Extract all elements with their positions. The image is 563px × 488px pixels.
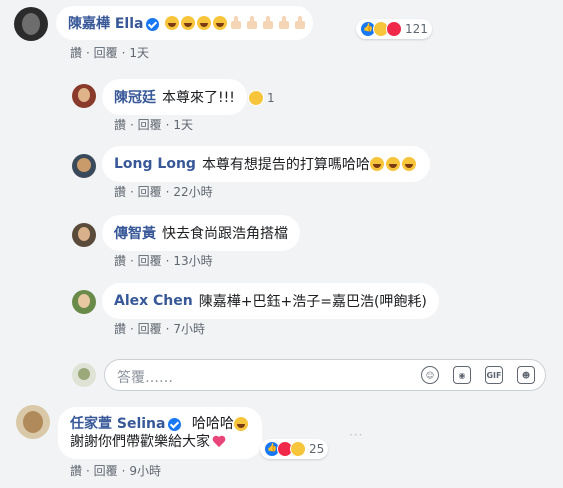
- sticker-icon[interactable]: ☻: [517, 366, 535, 384]
- haha-reaction-icon: [290, 441, 306, 457]
- timestamp[interactable]: 13小時: [173, 254, 212, 268]
- gif-icon[interactable]: GIF: [485, 366, 503, 384]
- emoji-row: [165, 15, 309, 31]
- like-button[interactable]: 讚: [70, 464, 82, 478]
- avatar[interactable]: [72, 84, 96, 108]
- comment-text: 謝謝你們帶歡樂給大家: [70, 434, 210, 450]
- emoji-icon[interactable]: ☺: [421, 366, 439, 384]
- thumbs-up-emoji-icon: [261, 16, 275, 30]
- reply-text: 本尊來了!!!: [162, 90, 235, 106]
- like-button[interactable]: 讚: [114, 118, 126, 132]
- avatar[interactable]: [72, 290, 96, 314]
- avatar: [72, 363, 96, 387]
- reply-author[interactable]: Alex Chen: [114, 293, 193, 309]
- rofl-emoji-icon: [213, 16, 228, 30]
- thumbs-up-emoji-icon: [293, 16, 307, 30]
- reply-button[interactable]: 回覆: [138, 254, 162, 268]
- like-button[interactable]: 讚: [114, 254, 126, 268]
- grin-emoji-icon: [385, 157, 400, 171]
- reply-actions: 讚 · 回覆 · 13小時: [114, 254, 213, 268]
- reply-text: 陳嘉樺+巴鈺+浩子=嘉巴浩(呷飽耗): [198, 294, 427, 310]
- reaction-count: 1: [267, 91, 275, 105]
- camera-icon[interactable]: ◉: [453, 366, 471, 384]
- like-button[interactable]: 讚: [114, 322, 126, 336]
- reply-author[interactable]: 傳智黃: [114, 223, 156, 243]
- more-options-icon[interactable]: ···: [349, 428, 363, 442]
- like-button[interactable]: 讚: [70, 46, 82, 60]
- grin-emoji-icon: [369, 157, 384, 171]
- reaction-count: 121: [405, 22, 428, 36]
- reply-placeholder: 答覆……: [117, 370, 173, 386]
- timestamp[interactable]: 7小時: [173, 322, 205, 336]
- thumbs-up-emoji-icon: [245, 16, 259, 30]
- comment-text: 哈哈哈: [191, 416, 234, 432]
- reply-actions: 讚 · 回覆 · 1天: [114, 118, 193, 132]
- comment-bubble: 任家萱 Selina 哈哈哈 謝謝你們帶歡樂給大家: [58, 407, 262, 459]
- comment-bubble: 陳嘉樺 Ella: [56, 6, 314, 40]
- reply-bubble: Alex Chen 陳嘉樺+巴鈺+浩子=嘉巴浩(呷飽耗): [102, 283, 439, 319]
- avatar[interactable]: [72, 154, 96, 178]
- reaction-summary[interactable]: 25: [260, 439, 329, 459]
- rofl-emoji-icon: [181, 16, 196, 30]
- timestamp[interactable]: 1天: [129, 46, 149, 60]
- reaction-summary[interactable]: 1: [244, 88, 279, 108]
- thumbs-up-emoji-icon: [277, 16, 291, 30]
- reply-author[interactable]: 陳冠廷: [114, 87, 156, 107]
- verified-icon: [146, 17, 160, 31]
- reply-author[interactable]: Long Long: [114, 156, 196, 172]
- reply-button[interactable]: 回覆: [138, 118, 162, 132]
- reply-button[interactable]: 回覆: [138, 185, 162, 199]
- timestamp[interactable]: 22小時: [173, 185, 212, 199]
- comment-actions: 讚 · 回覆 · 9小時: [70, 464, 161, 478]
- avatar[interactable]: [16, 405, 50, 439]
- reply-input[interactable]: 答覆…… ☺ ◉ GIF ☻: [104, 359, 546, 391]
- reply-button[interactable]: 回覆: [94, 464, 118, 478]
- reply-button[interactable]: 回覆: [94, 46, 118, 60]
- reply-bubble: 傳智黃 快去食尚跟浩角搭檔: [102, 215, 300, 251]
- reply-text: 本尊有想提告的打算嗎哈哈: [201, 157, 370, 173]
- reaction-count: 25: [309, 442, 325, 456]
- timestamp[interactable]: 9小時: [129, 464, 161, 478]
- reply-bubble: Long Long 本尊有想提告的打算嗎哈哈: [102, 146, 430, 182]
- grin-emoji-icon: [401, 157, 416, 171]
- grin-emoji-icon: [233, 417, 248, 431]
- thumbs-up-emoji-icon: [229, 16, 243, 30]
- haha-reaction-icon: [248, 90, 264, 106]
- comment-actions: 讚 · 回覆 · 1天: [70, 46, 149, 60]
- comment-author[interactable]: 陳嘉樺 Ella: [68, 13, 160, 33]
- like-button[interactable]: 讚: [114, 185, 126, 199]
- reply-actions: 讚 · 回覆 · 22小時: [114, 185, 213, 199]
- reply-tools: ☺ ◉ GIF ☻: [421, 366, 535, 384]
- rofl-emoji-icon: [197, 16, 212, 30]
- comment-author[interactable]: 任家萱 Selina: [70, 416, 182, 432]
- reply-bubble: 陳冠廷 本尊來了!!!: [102, 79, 247, 115]
- reaction-summary[interactable]: 121: [356, 19, 432, 39]
- verified-icon: [168, 417, 182, 431]
- reply-text: 快去食尚跟浩角搭檔: [162, 226, 288, 242]
- avatar[interactable]: [72, 223, 96, 247]
- rofl-emoji-icon: [165, 16, 180, 30]
- reply-button[interactable]: 回覆: [138, 322, 162, 336]
- love-reaction-icon: [386, 21, 402, 37]
- heart-emoji-icon: [212, 435, 226, 449]
- reply-actions: 讚 · 回覆 · 7小時: [114, 322, 205, 336]
- timestamp[interactable]: 1天: [173, 118, 193, 132]
- avatar[interactable]: [14, 7, 48, 41]
